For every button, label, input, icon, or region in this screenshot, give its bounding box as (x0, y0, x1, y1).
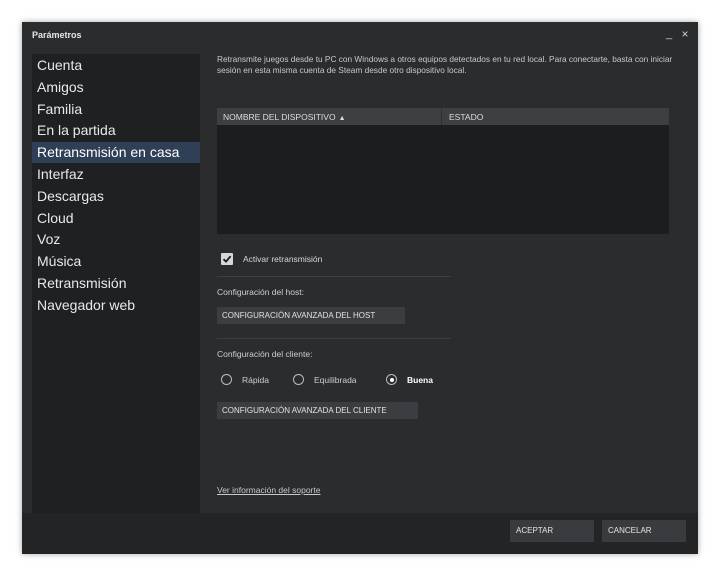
column-header-device-name[interactable]: NOMBRE DEL DISPOSITIVO ▲ (223, 112, 346, 122)
advanced-host-settings-button[interactable]: CONFIGURACIÓN AVANZADA DEL HOST (217, 307, 405, 324)
window-title: Parámetros (32, 30, 82, 40)
dialog-footer: ACEPTAR CANCELAR (22, 513, 698, 554)
enable-streaming-label: Activar retransmisión (243, 254, 323, 264)
radio-equilibrada[interactable] (293, 374, 304, 385)
title-bar: Parámetros _ × (22, 22, 698, 48)
radio-equilibrada-label: Equilibrada (314, 375, 357, 385)
checkmark-icon (222, 255, 232, 263)
sidebar-item-navegador-web[interactable]: Navegador web (32, 295, 200, 316)
sort-ascending-icon: ▲ (338, 115, 346, 122)
radio-buena-label: Buena (407, 375, 433, 385)
sidebar-item-cloud[interactable]: Cloud (32, 208, 200, 229)
sidebar-item-retransmision-en-casa[interactable]: Retransmisión en casa (32, 142, 200, 163)
divider (217, 338, 451, 339)
radio-rapida[interactable] (221, 374, 232, 385)
sidebar-item-familia[interactable]: Familia (32, 99, 200, 120)
settings-sidebar: Cuenta Amigos Familia En la partida Retr… (32, 54, 200, 536)
column-separator (441, 108, 442, 125)
sidebar-item-retransmision[interactable]: Retransmisión (32, 273, 200, 294)
advanced-client-settings-button[interactable]: CONFIGURACIÓN AVANZADA DEL CLIENTE (217, 402, 418, 419)
sidebar-item-interfaz[interactable]: Interfaz (32, 164, 200, 185)
sidebar-item-voz[interactable]: Voz (32, 229, 200, 250)
minimize-button[interactable]: _ (664, 27, 674, 41)
close-button[interactable]: × (680, 27, 690, 41)
sidebar-item-amigos[interactable]: Amigos (32, 77, 200, 98)
streaming-description: Retransmite juegos desde tu PC con Windo… (217, 54, 673, 75)
radio-rapida-label: Rápida (242, 375, 269, 385)
device-table-header: NOMBRE DEL DISPOSITIVO ▲ ESTADO (217, 108, 669, 125)
sidebar-item-cuenta[interactable]: Cuenta (32, 55, 200, 76)
window-controls: _ × (664, 27, 690, 41)
settings-content: Retransmite juegos desde tu PC con Windo… (200, 48, 698, 513)
cancel-button[interactable]: CANCELAR (602, 520, 686, 542)
enable-streaming-checkbox[interactable] (221, 253, 233, 265)
host-settings-label: Configuración del host: (217, 287, 304, 297)
sidebar-item-en-la-partida[interactable]: En la partida (32, 120, 200, 141)
column-header-device-label: NOMBRE DEL DISPOSITIVO (223, 112, 336, 122)
accept-button[interactable]: ACEPTAR (510, 520, 594, 542)
radio-selected-dot (389, 377, 394, 382)
settings-window: Parámetros _ × Cuenta Amigos Familia En … (22, 22, 698, 554)
client-settings-label: Configuración del cliente: (217, 349, 313, 359)
divider (217, 276, 451, 277)
radio-buena[interactable] (386, 374, 397, 385)
device-table: NOMBRE DEL DISPOSITIVO ▲ ESTADO (217, 108, 669, 234)
sidebar-item-descargas[interactable]: Descargas (32, 186, 200, 207)
column-header-status[interactable]: ESTADO (449, 112, 483, 122)
support-info-link[interactable]: Ver información del soporte (217, 485, 320, 495)
sidebar-item-musica[interactable]: Música (32, 251, 200, 272)
